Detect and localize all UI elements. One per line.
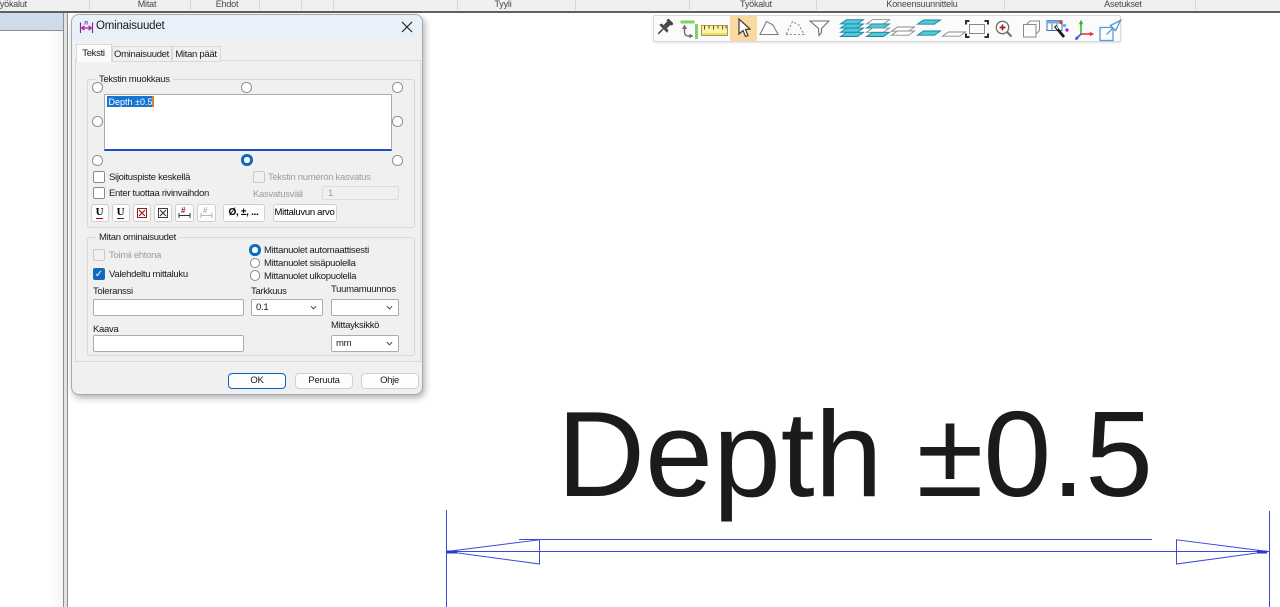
svg-text:n: n [84, 19, 88, 27]
svg-text:#: # [203, 206, 208, 215]
svg-text:#: # [181, 206, 186, 215]
